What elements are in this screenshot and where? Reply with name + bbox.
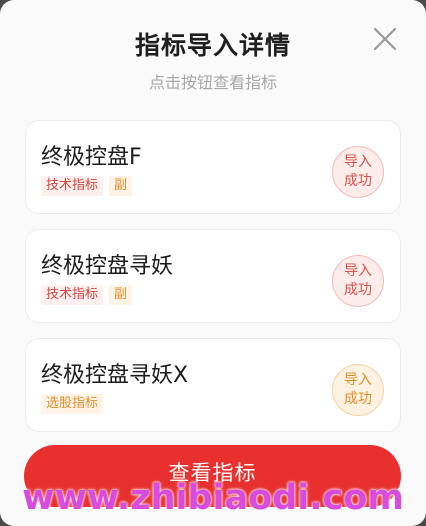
indicator-tags: 选股指标	[41, 394, 104, 414]
dialog-header: 指标导入详情 点击按钮查看指标	[0, 0, 426, 110]
indicator-sub-tag: 副	[109, 285, 133, 305]
stamp-line-1: 导入	[344, 263, 372, 279]
close-icon	[373, 27, 397, 51]
dialog-title: 指标导入详情	[134, 31, 291, 60]
stamp-line-2: 成功	[344, 173, 372, 189]
indicator-type-tag: 技术指标	[41, 285, 104, 305]
indicator-card[interactable]: 终极控盘寻妖X 选股指标 导入 成功	[25, 338, 401, 432]
dialog-subtitle: 点击按钮查看指标	[148, 73, 277, 92]
stamp-line-1: 导入	[344, 154, 372, 170]
indicator-list: 终极控盘F 技术指标 副 导入 成功 终极控盘寻妖 技术指标 副 导入 成功 终…	[25, 120, 401, 447]
stamp-line-2: 成功	[344, 282, 372, 298]
view-indicators-button[interactable]: 查看指标	[24, 445, 401, 507]
indicator-tags: 技术指标 副	[41, 176, 133, 196]
import-success-stamp: 导入 成功	[332, 146, 384, 198]
indicator-tags: 技术指标 副	[41, 285, 133, 305]
indicator-type-tag: 选股指标	[41, 394, 104, 414]
stamp-line-1: 导入	[344, 372, 372, 388]
import-success-stamp: 导入 成功	[332, 255, 384, 307]
indicator-sub-tag: 副	[109, 176, 133, 196]
indicator-card[interactable]: 终极控盘寻妖 技术指标 副 导入 成功	[25, 229, 401, 323]
indicator-type-tag: 技术指标	[41, 176, 104, 196]
indicator-name: 终极控盘寻妖X	[41, 363, 189, 388]
close-button[interactable]	[368, 22, 402, 56]
import-success-stamp: 导入 成功	[332, 364, 384, 416]
indicator-name: 终极控盘F	[41, 145, 142, 170]
indicator-card[interactable]: 终极控盘F 技术指标 副 导入 成功	[25, 120, 401, 214]
stamp-line-2: 成功	[344, 391, 372, 407]
import-details-dialog: 指标导入详情 点击按钮查看指标 终极控盘F 技术指标 副 导入 成功 终极控盘寻…	[0, 0, 426, 526]
indicator-name: 终极控盘寻妖	[41, 254, 174, 279]
